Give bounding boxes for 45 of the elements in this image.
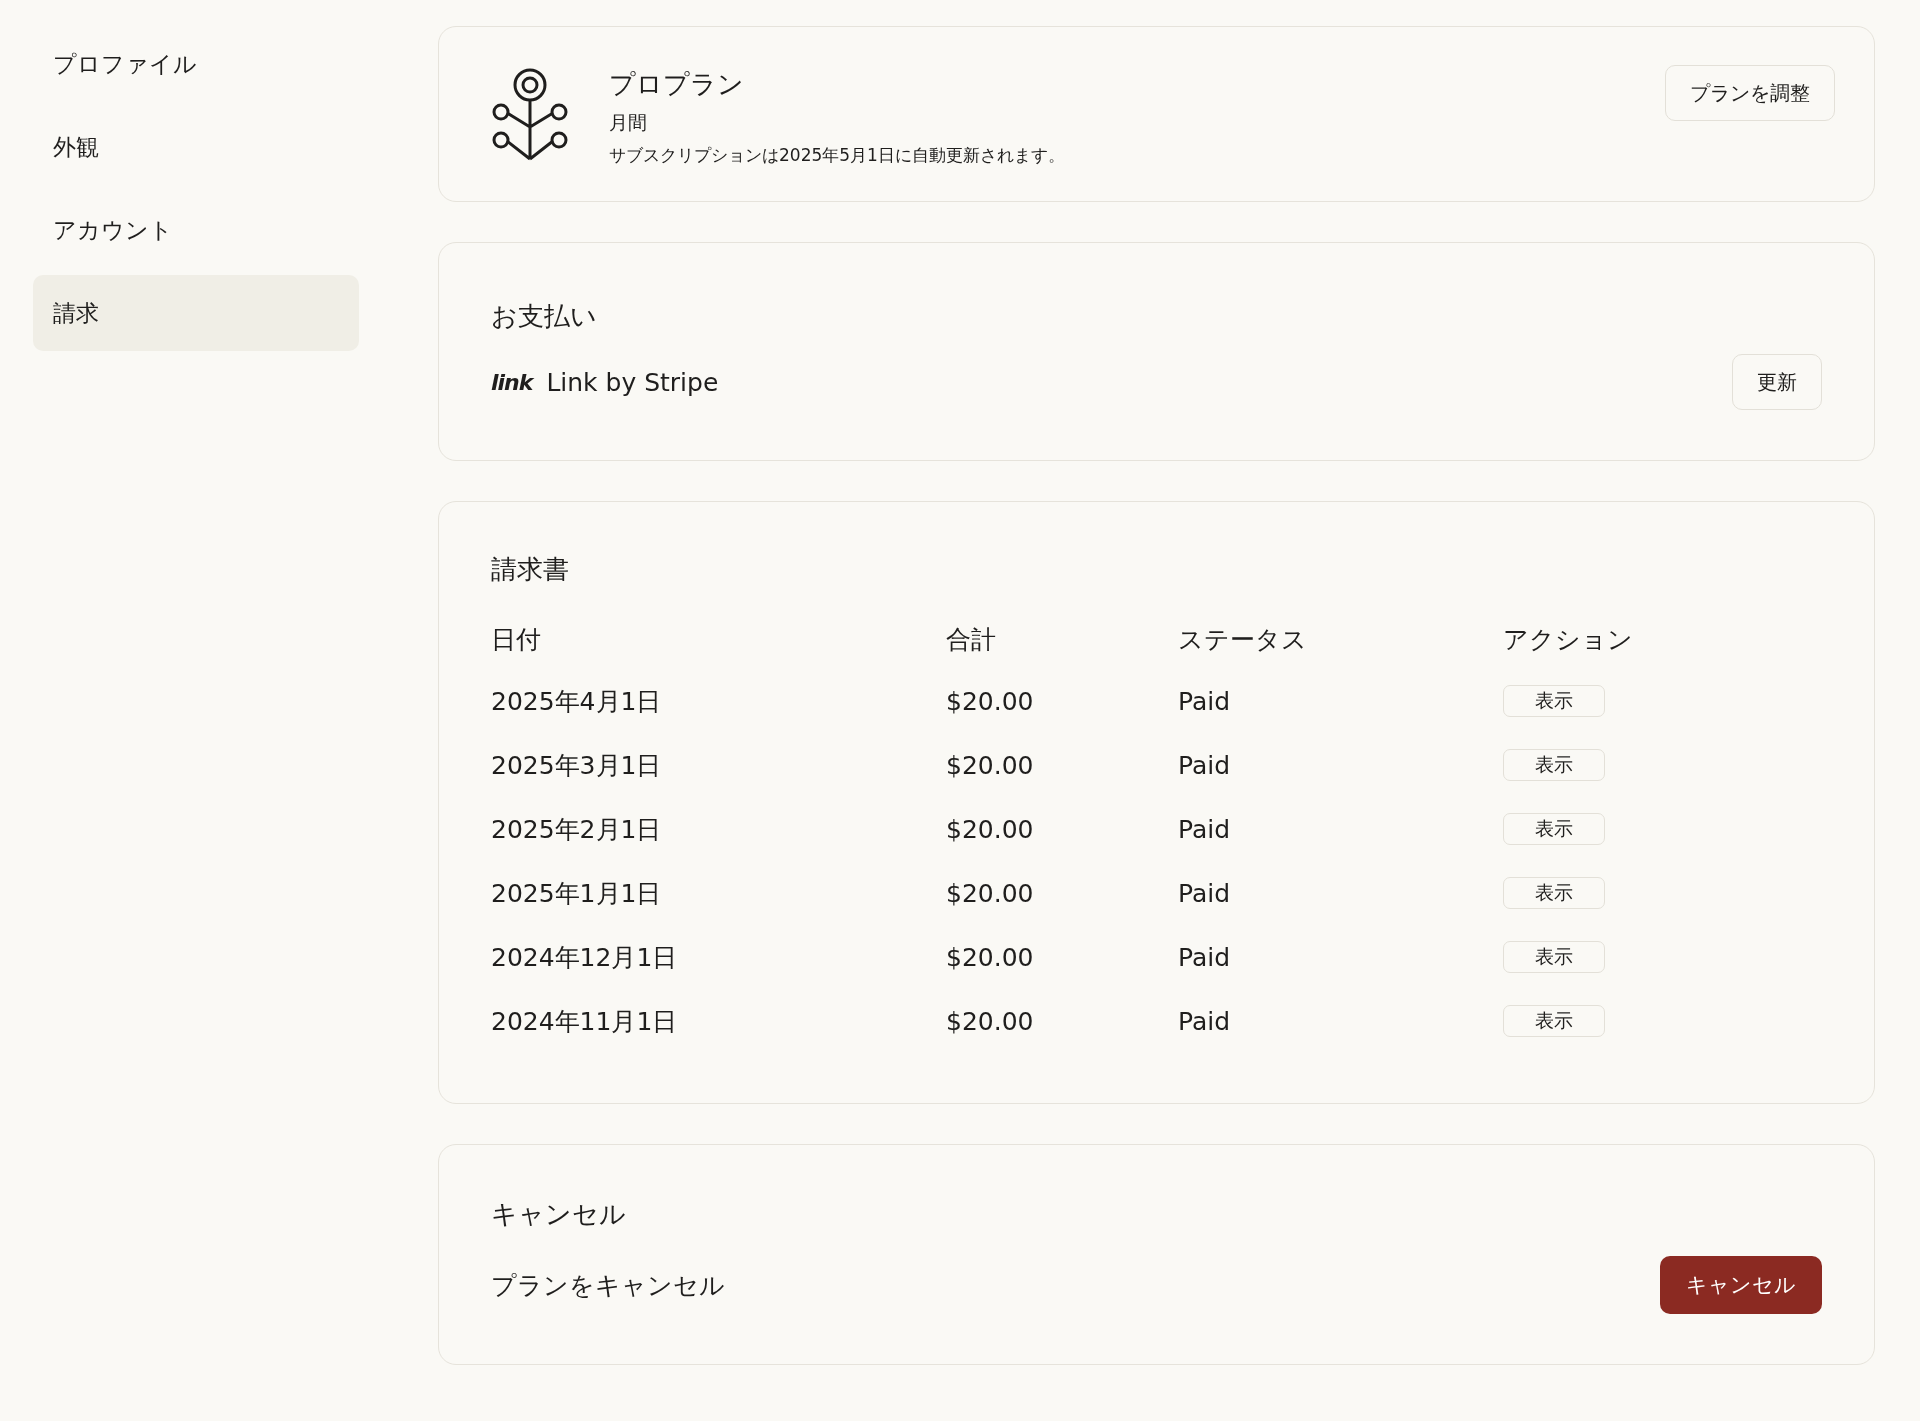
section-title: キャンセル bbox=[491, 1198, 627, 1231]
sidebar-item[interactable]: アカウント bbox=[33, 192, 359, 268]
date-cell-text: 2025年3月1日 bbox=[491, 749, 662, 782]
status-cell: Paid bbox=[1178, 750, 1231, 780]
cancel-plan-label: プランをキャンセル bbox=[491, 1269, 726, 1302]
status-cell: Paid bbox=[1178, 878, 1231, 908]
status-cell: Paid bbox=[1178, 686, 1231, 716]
status-cell: Paid bbox=[1178, 814, 1231, 844]
sidebar-item[interactable]: 外観 bbox=[33, 109, 359, 185]
section-title: 請求書 bbox=[491, 553, 570, 586]
renewal-notice: サブスクリプションは2025年5月1日に自動更新されます。 bbox=[609, 144, 1066, 167]
view-button[interactable]: 表示 bbox=[1503, 941, 1605, 973]
flower-icon bbox=[491, 67, 569, 163]
link-logo: link bbox=[491, 369, 533, 395]
view-button[interactable]: 表示 bbox=[1503, 749, 1605, 781]
view-button[interactable]: 表示 bbox=[1503, 1005, 1605, 1037]
total-cell: $20.00 bbox=[946, 750, 1034, 780]
total-cell: $20.00 bbox=[946, 878, 1034, 908]
column-header: アクション bbox=[1503, 623, 1633, 656]
section-title: お支払い bbox=[491, 300, 598, 333]
view-button[interactable]: 表示 bbox=[1503, 877, 1605, 909]
sidebar-item[interactable]: 請求 bbox=[33, 275, 359, 351]
status-cell: Paid bbox=[1178, 942, 1231, 972]
date-cell-text: 2024年12月1日 bbox=[491, 941, 678, 974]
cancel-button[interactable]: キャンセル bbox=[1660, 1256, 1822, 1314]
column-header: 日付 bbox=[491, 623, 541, 656]
view-button[interactable]: 表示 bbox=[1503, 685, 1605, 717]
date-cell-text: 2025年4月1日 bbox=[491, 685, 662, 718]
total-cell: $20.00 bbox=[946, 814, 1034, 844]
total-cell: $20.00 bbox=[946, 1006, 1034, 1036]
date-cell-text: 2025年2月1日 bbox=[491, 813, 662, 846]
update-button[interactable]: 更新 bbox=[1732, 354, 1822, 410]
view-button[interactable]: 表示 bbox=[1503, 813, 1605, 845]
adjust-plan-button[interactable]: プランを調整 bbox=[1665, 65, 1835, 121]
billing-cycle: 月間 bbox=[609, 110, 648, 135]
payment-method: Link by Stripe bbox=[546, 367, 720, 397]
column-header: 合計 bbox=[946, 623, 996, 656]
status-cell: Paid bbox=[1178, 1006, 1231, 1036]
total-cell: $20.00 bbox=[946, 686, 1034, 716]
total-cell: $20.00 bbox=[946, 942, 1034, 972]
plan-name: プロプラン bbox=[609, 68, 745, 101]
date-cell-text: 2024年11月1日 bbox=[491, 1005, 678, 1038]
column-header: ステータス bbox=[1178, 623, 1307, 656]
sidebar-item[interactable]: プロファイル bbox=[33, 26, 359, 102]
date-cell-text: 2025年1月1日 bbox=[491, 877, 662, 910]
